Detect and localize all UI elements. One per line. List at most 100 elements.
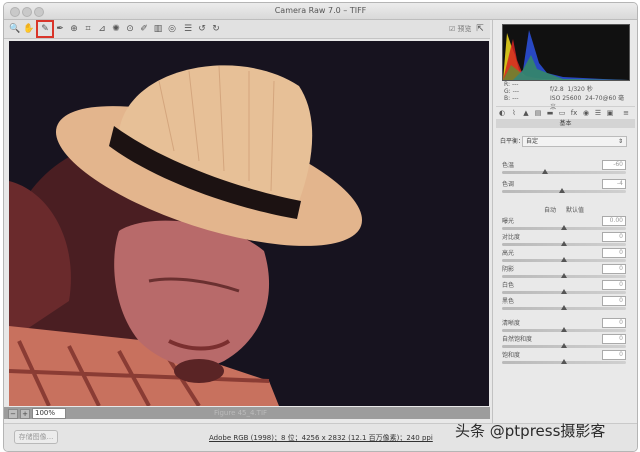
tab-hsl-icon[interactable]: ▤ <box>534 109 542 117</box>
watermark-text: 头条 @ptpress摄影客 <box>455 422 606 440</box>
slider-thumb[interactable] <box>561 343 567 348</box>
iso: ISO 25600 <box>550 95 582 102</box>
white-balance-row: 白平衡： 自定 ⇕ <box>500 136 628 147</box>
slider-thumb[interactable] <box>561 273 567 278</box>
g-label: G: <box>504 88 511 95</box>
slider-value-input[interactable]: 0 <box>602 232 626 242</box>
slider-track[interactable] <box>502 171 626 174</box>
spot-removal-icon[interactable]: ✺ <box>110 23 122 35</box>
slider-value-input[interactable]: -4 <box>602 179 626 189</box>
auto-button[interactable]: 自动 <box>544 207 556 214</box>
chevron-updown-icon: ⇕ <box>617 138 623 145</box>
slider-thumb[interactable] <box>561 225 567 230</box>
slider-thumb[interactable] <box>561 305 567 310</box>
slider-row: 色温 -60 <box>502 160 626 178</box>
slider-value-input[interactable]: 0.00 <box>602 216 626 226</box>
rgb-values: R: --- G: --- B: --- <box>504 81 519 102</box>
slider-row: 饱和度 0 <box>502 350 626 368</box>
white-balance-select[interactable]: 自定 ⇕ <box>522 136 627 147</box>
image-preview[interactable] <box>9 41 489 406</box>
b-value: --- <box>512 95 519 102</box>
red-eye-icon[interactable]: ⊙ <box>124 23 136 35</box>
slider-value-input[interactable]: 0 <box>602 264 626 274</box>
right-panel: R: --- G: --- B: --- f/2.8 1/320 秒 ISO 2… <box>492 20 637 423</box>
status-bar: − + 100% Figure 45_4.TIF <box>4 407 490 419</box>
tab-presets-icon[interactable]: ☰ <box>594 109 602 117</box>
slider-value-input[interactable]: 0 <box>602 296 626 306</box>
tab-basic-icon[interactable]: ◐ <box>498 109 506 117</box>
fullscreen-icon[interactable]: ⇱ <box>474 23 486 35</box>
slider-thumb[interactable] <box>561 257 567 262</box>
slider-value-input[interactable]: 0 <box>602 248 626 258</box>
slider-label: 自然饱和度 <box>502 336 533 343</box>
slider-thumb[interactable] <box>561 289 567 294</box>
slider-label: 色调 <box>502 181 515 188</box>
adjustment-brush-icon[interactable]: ✐ <box>138 23 150 35</box>
tab-tone-curve-icon[interactable]: ⌇ <box>510 109 518 117</box>
photo-portrait <box>9 41 489 406</box>
slider-value-input[interactable]: 0 <box>602 350 626 360</box>
aperture: f/2.8 <box>550 86 564 93</box>
b-label: B: <box>504 95 511 102</box>
tab-split-toning-icon[interactable]: ▬ <box>546 109 554 117</box>
crop-icon[interactable]: ⌗ <box>82 23 94 35</box>
slider-label: 黑色 <box>502 298 515 305</box>
zoom-out-button[interactable]: − <box>8 409 18 419</box>
white-balance-label: 白平衡： <box>500 138 525 145</box>
zoom-icon[interactable]: 🔍 <box>9 23 21 35</box>
default-button[interactable]: 默认值 <box>566 207 584 214</box>
slider-value-input[interactable]: 0 <box>602 334 626 344</box>
white-balance-value: 自定 <box>526 138 539 145</box>
tab-snapshots-icon[interactable]: ▣ <box>606 109 614 117</box>
targeted-adjustment-icon[interactable]: ⊕ <box>68 23 80 35</box>
zoom-in-button[interactable]: + <box>20 409 30 419</box>
tab-lens-icon[interactable]: ▭ <box>558 109 566 117</box>
histogram <box>502 24 630 81</box>
slider-label: 饱和度 <box>502 352 521 359</box>
slider-label: 色温 <box>502 162 515 169</box>
auto-default-row: 自动 默认值 <box>502 205 626 214</box>
preview-checkbox[interactable]: ☑ 预览 <box>449 24 472 34</box>
tab-camera-calibration-icon[interactable]: ◉ <box>582 109 590 117</box>
slider-thumb[interactable] <box>542 169 549 174</box>
histogram-graph <box>503 25 629 80</box>
r-value: --- <box>511 81 519 88</box>
camera-raw-window: Camera Raw 7.0 – TIFF 🔍 ✋ ✎ ✒ ⊕ ⌗ ⊿ ✺ ⊙ … <box>3 2 638 452</box>
slider-thumb[interactable] <box>558 188 565 193</box>
open-preferences-icon[interactable]: ☰ <box>182 23 194 35</box>
slider-value-input[interactable]: 0 <box>602 318 626 328</box>
pixel-info: R: --- G: --- B: --- f/2.8 1/320 秒 ISO 2… <box>502 81 628 111</box>
slider-label: 对比度 <box>502 234 521 241</box>
workflow-options-link[interactable]: Adobe RGB (1998)；8 位；4256 x 2832 (12.1 百… <box>209 433 433 443</box>
save-image-button[interactable]: 存储图像... <box>14 430 58 444</box>
color-sampler-icon[interactable]: ✒ <box>54 23 66 35</box>
tab-effects-icon[interactable]: fx <box>570 109 578 117</box>
slider-label: 阴影 <box>502 266 515 273</box>
slider-value-input[interactable]: -60 <box>602 160 626 170</box>
straighten-icon[interactable]: ⊿ <box>96 23 108 35</box>
slider-row: 色调 -4 <box>502 179 626 197</box>
shutter-speed: 1/320 秒 <box>567 86 593 93</box>
slider-value-input[interactable]: 0 <box>602 280 626 290</box>
slider-thumb[interactable] <box>561 359 567 364</box>
panel-menu-icon[interactable]: ≡ <box>622 109 630 117</box>
hand-icon[interactable]: ✋ <box>23 23 35 35</box>
slider-label: 曝光 <box>502 218 515 225</box>
slider-thumb[interactable] <box>561 327 567 332</box>
tool-bar: 🔍 ✋ ✎ ✒ ⊕ ⌗ ⊿ ✺ ⊙ ✐ ▥ ◎ ☰ ↺ ↻ ☑ 预览 ⇱ <box>4 20 490 39</box>
zoom-level-select[interactable]: 100% <box>32 408 66 419</box>
radial-filter-icon[interactable]: ◎ <box>166 23 178 35</box>
slider-label: 白色 <box>502 282 515 289</box>
window-title: Camera Raw 7.0 – TIFF <box>274 6 367 15</box>
slider-label: 清晰度 <box>502 320 521 327</box>
panel-title: 基本 <box>496 119 635 128</box>
rotate-cw-icon[interactable]: ↻ <box>210 23 222 35</box>
graduated-filter-icon[interactable]: ▥ <box>152 23 164 35</box>
g-value: --- <box>512 88 520 95</box>
rotate-ccw-icon[interactable]: ↺ <box>196 23 208 35</box>
slider-thumb[interactable] <box>561 241 567 246</box>
preview-label: 预览 <box>457 25 472 33</box>
file-name: Figure 45_4.TIF <box>214 409 268 417</box>
white-balance-icon[interactable]: ✎ <box>36 20 54 38</box>
tab-detail-icon[interactable]: ▲ <box>522 109 530 117</box>
